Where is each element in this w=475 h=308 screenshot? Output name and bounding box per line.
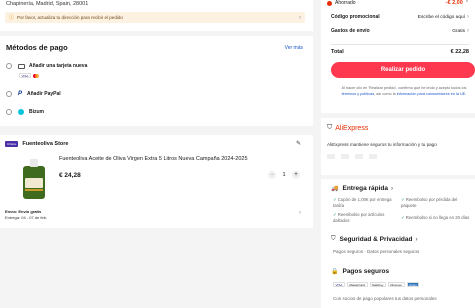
- amex-logo: Amex: [406, 282, 420, 287]
- store-card: Choice Fuenteoliva Store ✎ Fuenteoliva A…: [0, 135, 313, 228]
- trust-card: ⛉ AliExpress AliExpress mantiene seguros…: [321, 118, 475, 308]
- radio-button[interactable]: [6, 91, 12, 97]
- chevron-right-icon: ›: [415, 236, 418, 243]
- shield-icon: ⛉: [327, 124, 333, 131]
- promo-row[interactable]: Código promocional Escribe el código aqu…: [331, 14, 469, 20]
- product-title[interactable]: Fuenteoliva Aceite de Oliva Virgen Extra…: [59, 156, 279, 163]
- trust-badges: [327, 154, 377, 159]
- choice-badge: Choice: [5, 141, 19, 147]
- divider: [321, 175, 475, 179]
- warning-text: Por favor, actualiza tu dirección para r…: [17, 15, 123, 20]
- aliexpress-brand: ⛉ AliExpress: [327, 124, 368, 132]
- legal-prefix: Al hacer clic en 'Realizar pedido', conf…: [341, 86, 467, 90]
- payment-method-bizum[interactable]: Bizum: [6, 109, 44, 115]
- payment-card: Métodos de pago Ver más Añadir una tarje…: [0, 36, 313, 126]
- mastercard-icon: [32, 73, 39, 78]
- fast-delivery-header[interactable]: 🚚 Entrega rápida ›: [331, 185, 393, 192]
- chevron-right-icon[interactable]: ›: [299, 210, 301, 216]
- payment-title: Métodos de pago: [6, 43, 68, 52]
- shipping-label: Envío: Envío gratis: [5, 209, 42, 214]
- payment-method-label: Añadir PayPal: [27, 91, 61, 97]
- paypal-icon: P: [18, 91, 23, 97]
- place-order-button[interactable]: Realizar pedido: [331, 62, 475, 78]
- delivery-guarantees: ✓ Cupón de 1,00€ por entrega tardía ✓ Re…: [333, 197, 473, 224]
- guarantee-item: Cupón de 1,00€ por entrega tardía: [333, 197, 392, 208]
- guarantee-item: Reembolso si no llega en 20 días: [405, 215, 470, 220]
- chevron-right-icon: ›: [391, 185, 393, 192]
- security-badge-icon: [341, 154, 349, 159]
- security-badge-icon: [369, 154, 377, 159]
- terms-link[interactable]: términos y políticas: [342, 92, 375, 96]
- quantity-stepper[interactable]: − 1 +: [268, 171, 300, 179]
- visa-logo: VISA: [333, 282, 345, 287]
- security-privacy-header[interactable]: ⛉ Seguridad & Privacidad ›: [331, 236, 417, 243]
- legal-text: Al hacer clic en 'Realizar pedido', conf…: [335, 86, 473, 97]
- payment-method-paypal[interactable]: P Añadir PayPal: [6, 91, 61, 97]
- total-row: Total € 22,28: [331, 49, 469, 55]
- chevron-up-icon[interactable]: ⌃: [465, 0, 469, 6]
- security-text: Pagos seguros · Datos personales seguros: [333, 249, 420, 254]
- security-badge-icon: [327, 154, 335, 159]
- store-header: Choice Fuenteoliva Store: [5, 141, 69, 147]
- summary-card: Ahorrado -€ 2,00 ⌃ Código promocional Es…: [321, 0, 475, 113]
- warning-icon: ⓘ: [9, 15, 15, 21]
- address-warning[interactable]: ⓘ Por favor, actualiza tu dirección para…: [5, 12, 305, 23]
- security-title: Seguridad & Privacidad: [339, 236, 413, 243]
- edit-note-icon[interactable]: ✎: [296, 140, 301, 147]
- promo-label: Código promocional: [331, 14, 380, 20]
- security-badge-icon: [355, 154, 363, 159]
- mastercard-logo: MasterCard: [346, 282, 368, 287]
- savings-icon: [327, 0, 332, 6]
- promo-value[interactable]: Escribe el código aquí: [418, 15, 465, 20]
- decrease-button[interactable]: −: [268, 171, 276, 179]
- quantity-value[interactable]: 1: [276, 172, 292, 178]
- shield-check-icon: ⛉: [331, 236, 336, 242]
- product-price: € 24,28: [59, 172, 81, 179]
- truck-icon: 🚚: [331, 186, 339, 192]
- total-label: Total: [331, 49, 344, 55]
- divider: [331, 44, 469, 45]
- bizum-icon: [18, 109, 24, 115]
- radio-button[interactable]: [6, 109, 12, 115]
- brand-name: AliExpress: [335, 124, 369, 132]
- safe-payments-title: Pagos seguros: [342, 268, 390, 275]
- safe-payments-header: 🔒 Pagos seguros: [331, 268, 389, 275]
- trust-tagline: AliExpress mantiene seguros tu informaci…: [327, 142, 437, 147]
- shipping-row: Gastos de envío Gratis ›: [331, 28, 469, 34]
- eu-consumer-link[interactable]: información para consumidores en la UE.: [397, 92, 467, 96]
- store-name[interactable]: Fuenteoliva Store: [22, 141, 68, 147]
- chevron-right-icon: ›: [467, 14, 469, 20]
- chevron-right-icon: ›: [299, 14, 301, 21]
- guarantee-item: Reembolso por pérdida del paquete: [401, 197, 458, 208]
- chevron-right-icon: ›: [467, 28, 469, 34]
- fast-delivery-title: Entrega rápida: [342, 185, 388, 192]
- radio-button[interactable]: [6, 63, 12, 69]
- payment-logos: VISA MasterCard SafeKey Discover Amex: [333, 282, 421, 287]
- safekey-logo: SafeKey: [369, 282, 386, 287]
- product-image[interactable]: [20, 156, 48, 200]
- increase-button[interactable]: +: [292, 171, 300, 179]
- lock-icon: 🔒: [331, 269, 339, 275]
- payment-method-label: Bizum: [29, 109, 44, 115]
- legal-mid: , así como la: [374, 91, 396, 96]
- visa-logo: VISA: [19, 73, 31, 78]
- savings-row: Ahorrado -€ 2,00 ⌃: [327, 0, 469, 6]
- address-text: Chapinería, Madrid, Spain, 28001: [6, 1, 89, 7]
- discover-logo: Discover: [387, 282, 405, 287]
- savings-label: Ahorrado: [335, 0, 356, 6]
- card-icon: [18, 63, 25, 69]
- payment-method-label: Añadir una tarjeta nueva: [29, 63, 88, 69]
- payment-method-card[interactable]: Añadir una tarjeta nueva: [6, 63, 87, 69]
- address-card: Chapinería, Madrid, Spain, 28001 ⓘ Por f…: [0, 0, 313, 31]
- card-logos: VISA: [19, 73, 39, 78]
- guarantee-item: Reembolso por artículos dañados: [333, 212, 385, 223]
- shipping-cost-value: Gratis: [452, 28, 465, 34]
- payments-text: Con socios de pago populares tus datos p…: [333, 296, 437, 301]
- total-value: € 22,28: [450, 49, 469, 55]
- savings-value: -€ 2,00: [445, 0, 463, 6]
- see-more-link[interactable]: Ver más: [285, 45, 303, 51]
- shipping-cost-label: Gastos de envío: [331, 28, 370, 34]
- delivery-estimate: Entrega: 04 - 07 de feb.: [5, 215, 48, 220]
